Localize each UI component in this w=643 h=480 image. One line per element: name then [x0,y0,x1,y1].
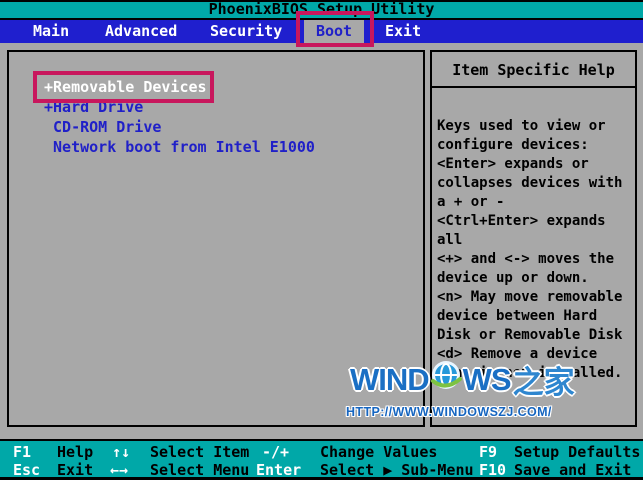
help-line: device between Hard [437,308,598,324]
help-line: device up or down. [437,270,589,286]
bios-setup-screen: PhoenixBIOS Setup Utility Main Advanced … [0,0,643,480]
key-updown-icon: ↑↓ [112,443,131,461]
help-panel-title: Item Specific Help [432,52,635,88]
watermark-logo-text-cn: 之家 [512,365,575,400]
help-line: <Ctrl+Enter> expands [437,213,606,229]
key-enter: Enter [256,461,302,479]
globe-icon [430,360,462,400]
tab-exit[interactable]: Exit [385,20,421,43]
help-line: <n> May move removable [437,289,623,305]
boot-item-hard-drive[interactable]: +Hard Drive [44,99,423,119]
tab-main[interactable]: Main [33,20,69,43]
key-f1-label: Help [57,443,94,461]
help-text: Keys used to view or configure devices: <E… [432,88,635,383]
key-f10: F10 [479,461,507,479]
tab-boot[interactable]: Boot [304,20,364,43]
help-line: <+> and <-> moves the [437,251,615,267]
boot-item-network-boot[interactable]: Network boot from Intel E1000 [44,139,423,159]
watermark-logo-text-1: WIND [350,361,430,397]
key-enter-label: Select ▶ Sub-Menu [320,461,474,479]
watermark-url: HTTP://WWW.WINDOWSZJ.COM/ [346,405,552,419]
watermark: WIND WS 之家 HTTP://WWW.WINDOWSZJ.COM/ [344,357,640,419]
key-minusplus-label: Change Values [320,443,438,461]
help-line: collapses devices with [437,175,623,191]
watermark-logo-text-2: WS [462,361,512,397]
help-line: Disk or Removable Disk [437,327,623,343]
tab-advanced[interactable]: Advanced [105,20,177,43]
help-line: Keys used to view or [437,118,606,134]
key-f1: F1 [13,443,32,461]
key-updown-label: Select Item [150,443,250,461]
tab-security[interactable]: Security [210,20,282,43]
key-f9: F9 [479,443,498,461]
boot-item-cdrom-drive[interactable]: CD-ROM Drive [44,119,423,139]
window-title: PhoenixBIOS Setup Utility [0,0,643,20]
key-esc-label: Exit [57,461,94,479]
help-line: all [437,232,463,248]
key-leftright-label: Select Menu [150,461,250,479]
key-leftright-icon: ←→ [110,461,129,479]
boot-device-list: +Removable Devices +Hard Drive CD-ROM Dr… [9,52,423,159]
boot-item-removable-devices[interactable]: +Removable Devices [44,79,423,99]
menu-bar: Main Advanced Security Boot Exit [0,20,643,43]
help-line: <Enter> expands or [437,156,589,172]
key-legend-bar: F1 Help ↑↓ Select Item -/+ Change Values… [0,439,643,480]
key-minusplus: -/+ [262,443,290,461]
key-f10-label: Save and Exit [514,461,632,479]
help-line: configure devices: [437,137,589,153]
watermark-logo: WIND WS 之家 [350,357,640,402]
key-esc: Esc [13,461,41,479]
help-line: a + or - [437,194,505,210]
key-f9-label: Setup Defaults [514,443,641,461]
